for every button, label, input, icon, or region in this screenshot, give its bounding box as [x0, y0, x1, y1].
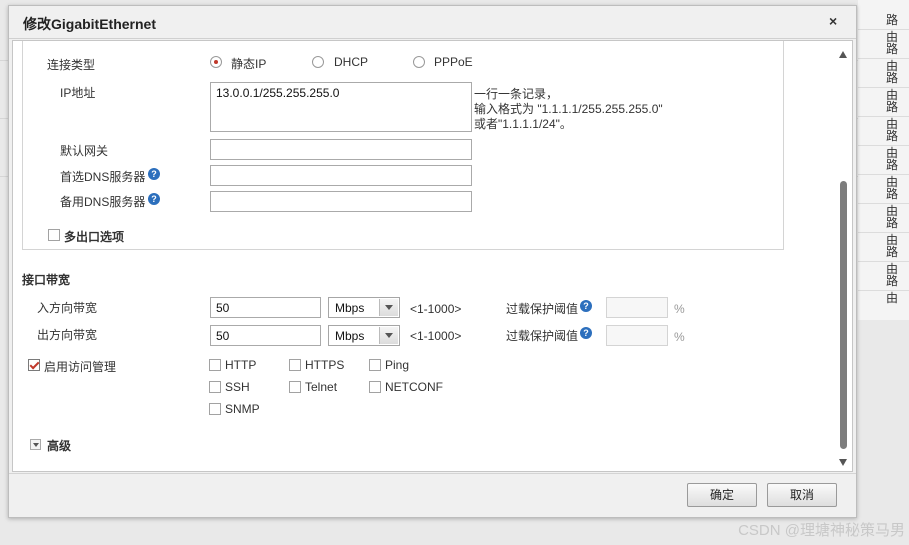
bg-list-item[interactable]: 路由: [858, 60, 909, 102]
multi-exit-checkbox[interactable]: [48, 229, 60, 241]
bg-list-item[interactable]: 路由: [858, 89, 909, 131]
bg-list-item[interactable]: 路由: [858, 2, 909, 44]
access-snmp-label[interactable]: SNMP: [225, 402, 260, 416]
access-ssh-label[interactable]: SSH: [225, 380, 250, 394]
outbound-range-hint: <1-1000>: [410, 329, 462, 343]
chevron-down-icon[interactable]: [379, 299, 398, 316]
dns2-label: 备用DNS服务器: [60, 195, 146, 209]
inbound-protect-input[interactable]: [606, 297, 668, 318]
access-telnet-label[interactable]: Telnet: [305, 380, 337, 394]
ip-address-label: IP地址: [60, 86, 96, 100]
gateway-label: 默认网关: [60, 144, 109, 158]
radio-static-ip[interactable]: [210, 56, 222, 68]
access-https-checkbox[interactable]: [289, 359, 301, 371]
bandwidth-section-title: 接口带宽: [22, 273, 71, 287]
access-netconf-checkbox[interactable]: [369, 381, 381, 393]
outbound-unit-select[interactable]: Mbps: [328, 325, 400, 346]
bg-list-item[interactable]: 路由: [858, 234, 909, 276]
help-icon[interactable]: ?: [580, 300, 592, 312]
gateway-input[interactable]: [210, 139, 472, 160]
bg-list-item[interactable]: 路由: [858, 263, 909, 305]
access-management-checkbox[interactable]: [28, 359, 40, 371]
dialog-title: 修改GigabitEthernet: [23, 16, 157, 32]
dns2-input[interactable]: [210, 191, 472, 212]
scrollbar-thumb[interactable]: [840, 181, 847, 449]
help-icon[interactable]: ?: [148, 193, 160, 205]
outbound-bandwidth-input[interactable]: 50: [210, 325, 321, 346]
ok-button[interactable]: 确定: [687, 483, 757, 507]
connection-type-label: 连接类型: [47, 58, 96, 72]
inbound-bandwidth-input[interactable]: 50: [210, 297, 321, 318]
help-icon[interactable]: ?: [148, 168, 160, 180]
outbound-protect-input[interactable]: [606, 325, 668, 346]
scroll-down-arrow-icon[interactable]: [839, 459, 847, 466]
title-divider: [9, 38, 856, 39]
chevron-down-icon[interactable]: [379, 327, 398, 344]
radio-dhcp-label[interactable]: DHCP: [334, 55, 368, 69]
close-icon[interactable]: ×: [829, 13, 837, 29]
cancel-button[interactable]: 取消: [767, 483, 837, 507]
scroll-up-arrow-icon[interactable]: [839, 51, 847, 58]
watermark: CSDN @理塘神秘策马男: [738, 522, 905, 539]
bg-list-item[interactable]: 路由: [858, 31, 909, 73]
dialog-content: 连接类型 静态IP DHCP PPPoE IP地址 13.0.0.1/255.2…: [12, 40, 853, 472]
inbound-range-hint: <1-1000>: [410, 302, 462, 316]
dns1-input[interactable]: [210, 165, 472, 186]
access-http-checkbox[interactable]: [209, 359, 221, 371]
access-management-label[interactable]: 启用访问管理: [44, 358, 116, 375]
radio-static-ip-label[interactable]: 静态IP: [231, 55, 266, 72]
footer-divider: [9, 473, 856, 474]
edit-interface-dialog: 修改GigabitEthernet × 连接类型 静态IP DHCP PPPoE…: [8, 5, 857, 518]
access-https-label[interactable]: HTTPS: [305, 358, 344, 372]
advanced-toggle-label[interactable]: 高级: [47, 437, 71, 454]
radio-dhcp[interactable]: [312, 56, 324, 68]
access-netconf-label[interactable]: NETCONF: [385, 380, 443, 394]
radio-pppoe[interactable]: [413, 56, 425, 68]
radio-pppoe-label[interactable]: PPPoE: [434, 55, 473, 69]
access-ssh-checkbox[interactable]: [209, 381, 221, 393]
bg-list-item[interactable]: 路由: [858, 205, 909, 247]
inbound-protect-label: 过载保护阈值: [506, 302, 579, 316]
inbound-bandwidth-label: 入方向带宽: [37, 301, 98, 315]
bg-list-item[interactable]: 路由: [858, 176, 909, 218]
access-snmp-checkbox[interactable]: [209, 403, 221, 415]
ip-address-textarea[interactable]: 13.0.0.1/255.255.255.0: [210, 82, 472, 132]
inbound-unit-select[interactable]: Mbps: [328, 297, 400, 318]
bg-list-item[interactable]: 路由: [858, 118, 909, 160]
multi-exit-label[interactable]: 多出口选项: [64, 228, 124, 245]
ip-format-hint: 一行一条记录， 输入格式为 "1.1.1.1/255.255.255.0" 或者…: [474, 87, 663, 131]
access-http-label[interactable]: HTTP: [225, 358, 256, 372]
outbound-bandwidth-label: 出方向带宽: [37, 328, 98, 342]
help-icon[interactable]: ?: [580, 327, 592, 339]
access-ping-label[interactable]: Ping: [385, 358, 409, 372]
access-telnet-checkbox[interactable]: [289, 381, 301, 393]
outbound-percent: %: [674, 330, 685, 344]
access-ping-checkbox[interactable]: [369, 359, 381, 371]
dns1-label: 首选DNS服务器: [60, 170, 146, 184]
outbound-protect-label: 过载保护阈值: [506, 329, 579, 343]
bg-list-item[interactable]: 路由: [858, 147, 909, 189]
expand-triangle-icon[interactable]: [30, 439, 41, 450]
inbound-percent: %: [674, 302, 685, 316]
